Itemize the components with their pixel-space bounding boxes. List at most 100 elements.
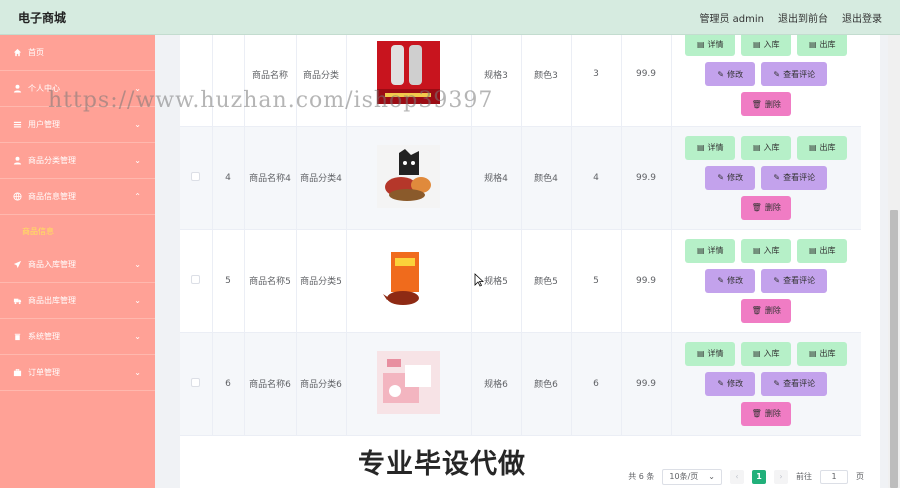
delete-button[interactable]: 🗑 删除 (741, 92, 792, 117)
trash-icon: 🗑 (751, 409, 762, 418)
globe-icon (12, 192, 22, 202)
chevron-down-icon: ⌄ (134, 296, 141, 305)
detail-button[interactable]: ▤ 详情 (685, 341, 736, 366)
cell-price: 99.9 (621, 126, 672, 230)
sidebar-item-label: 商品入库管理 (28, 260, 76, 269)
url-watermark: https://www.huzhan.com/ishop39397 (48, 88, 494, 113)
edit-button[interactable]: ✎ 修改 (705, 62, 756, 87)
view-reviews-button[interactable]: ✎ 查看评论 (761, 268, 828, 293)
view-reviews-button[interactable]: ✎ 查看评论 (761, 371, 828, 396)
row-checkbox[interactable] (191, 274, 201, 284)
document-icon: ▤ (808, 143, 817, 152)
cell-price: 99.9 (621, 229, 672, 333)
sidebar-item-order-management[interactable]: 订单管理 ⌄ (0, 355, 155, 391)
sidebar-subitem-product-info[interactable]: 商品信息 (0, 215, 155, 247)
vertical-scrollbar[interactable] (888, 35, 900, 488)
cell-spec: 规格6 (471, 332, 522, 436)
pagination: 共 6 条 10条/页 ⌄ ‹ 1 › 前往 1 页 (180, 465, 880, 488)
pencil-icon: ✎ (717, 276, 725, 285)
table-row: 4 商品名称4 商品分类4 规格4 颜色4 4 99.9 ▤ 详情 ▤ 入库 ▤… (180, 126, 861, 230)
stock-out-button[interactable]: ▤ 出库 (797, 135, 848, 160)
document-icon: ▤ (752, 143, 761, 152)
stock-out-button[interactable]: ▤ 出库 (797, 341, 848, 366)
sidebar-item-label: 商品出库管理 (28, 296, 76, 305)
chevron-down-icon: ⌄ (134, 260, 141, 269)
pencil-icon: ✎ (717, 173, 725, 182)
pagination-total: 共 6 条 (628, 472, 655, 481)
edit-button[interactable]: ✎ 修改 (705, 371, 756, 396)
sidebar-item-label: 系统管理 (28, 332, 60, 341)
trash-icon: 🗑 (751, 306, 762, 315)
cell-id: 4 (212, 126, 245, 230)
detail-button[interactable]: ▤ 详情 (685, 35, 736, 57)
pencil-icon: ✎ (717, 379, 725, 388)
sidebar-item-label: 首页 (28, 48, 44, 57)
document-icon: ▤ (752, 349, 761, 358)
document-icon: ▤ (808, 349, 817, 358)
top-header: 电子商城 管理员 admin 退出到前台 退出登录 (0, 0, 900, 35)
chevron-down-icon: ⌄ (134, 332, 141, 341)
product-image (377, 350, 440, 414)
stock-in-button[interactable]: ▤ 入库 (741, 238, 792, 263)
view-reviews-button[interactable]: ✎ 查看评论 (761, 62, 828, 87)
truck-icon (12, 296, 22, 306)
exit-to-front-link[interactable]: 退出到前台 (778, 10, 828, 25)
cell-category: 商品分类5 (296, 229, 347, 333)
cell-stock: 3 (571, 35, 622, 127)
detail-button[interactable]: ▤ 详情 (685, 238, 736, 263)
pencil-icon: ✎ (717, 69, 725, 79)
row-checkbox[interactable] (191, 377, 201, 387)
stock-out-button[interactable]: ▤ 出库 (797, 238, 848, 263)
page-size-select[interactable]: 10条/页 ⌄ (662, 468, 722, 485)
delete-button[interactable]: 🗑 删除 (741, 195, 792, 220)
goto-page-input[interactable]: 1 (820, 469, 848, 484)
cell-stock: 5 (571, 229, 622, 333)
stock-in-button[interactable]: ▤ 入库 (741, 35, 792, 57)
scrollbar-thumb[interactable] (890, 210, 898, 488)
cell-id: 6 (212, 332, 245, 436)
sidebar-item-home[interactable]: 首页 (0, 35, 155, 71)
current-page-button[interactable]: 1 (752, 469, 766, 484)
home-icon (12, 48, 22, 58)
detail-button[interactable]: ▤ 详情 (685, 135, 736, 160)
sidebar-item-label: 商品信息管理 (28, 192, 76, 201)
sidebar-item-category-management[interactable]: 商品分类管理 ⌄ (0, 143, 155, 179)
send-icon (12, 260, 22, 270)
slogan-watermark: 专业毕设代做 (358, 449, 526, 480)
delete-button[interactable]: 🗑 删除 (741, 298, 792, 323)
table-row: 5 商品名称5 商品分类5 规格5 颜色5 5 99.9 ▤ 详情 ▤ 入库 ▤… (180, 229, 861, 333)
prev-page-button[interactable]: ‹ (730, 469, 744, 484)
product-image (377, 247, 440, 311)
chevron-down-icon: ⌄ (708, 472, 715, 481)
cell-color: 颜色6 (521, 332, 572, 436)
table-row: 6 商品名称6 商品分类6 规格6 颜色6 6 99.9 ▤ 详情 ▤ 入库 ▤… (180, 332, 861, 436)
page-unit-label: 页 (856, 472, 864, 481)
app-title: 电子商城 (18, 10, 67, 25)
admin-user-label[interactable]: 管理员 admin (699, 10, 764, 25)
next-page-button[interactable]: › (774, 469, 788, 484)
stock-in-button[interactable]: ▤ 入库 (741, 341, 792, 366)
sidebar-item-stock-out-management[interactable]: 商品出库管理 ⌄ (0, 283, 155, 319)
chevron-down-icon: ⌄ (134, 120, 141, 129)
cell-category: 商品分类6 (296, 332, 347, 436)
view-reviews-button[interactable]: ✎ 查看评论 (761, 165, 828, 190)
document-icon: ▤ (808, 39, 817, 49)
sidebar-item-label: 订单管理 (28, 368, 60, 377)
stock-in-button[interactable]: ▤ 入库 (741, 135, 792, 160)
edit-button[interactable]: ✎ 修改 (705, 165, 756, 190)
logout-link[interactable]: 退出登录 (842, 10, 882, 25)
user-icon (12, 156, 22, 166)
sidebar-item-label: 用户管理 (28, 120, 60, 129)
stock-out-button[interactable]: ▤ 出库 (797, 35, 848, 57)
sidebar-item-system-management[interactable]: 系统管理 ⌄ (0, 319, 155, 355)
sidebar-item-stock-in-management[interactable]: 商品入库管理 ⌄ (0, 247, 155, 283)
trash-icon: 🗑 (751, 203, 762, 212)
trash-icon (12, 332, 22, 342)
row-checkbox[interactable] (191, 171, 201, 181)
delete-button[interactable]: 🗑 删除 (741, 401, 792, 426)
pencil-icon: ✎ (773, 276, 781, 285)
sidebar-item-product-management[interactable]: 商品信息管理 ⌃ (0, 179, 155, 215)
edit-button[interactable]: ✎ 修改 (705, 268, 756, 293)
chevron-up-icon: ⌃ (134, 192, 141, 201)
cell-spec: 规格4 (471, 126, 522, 230)
